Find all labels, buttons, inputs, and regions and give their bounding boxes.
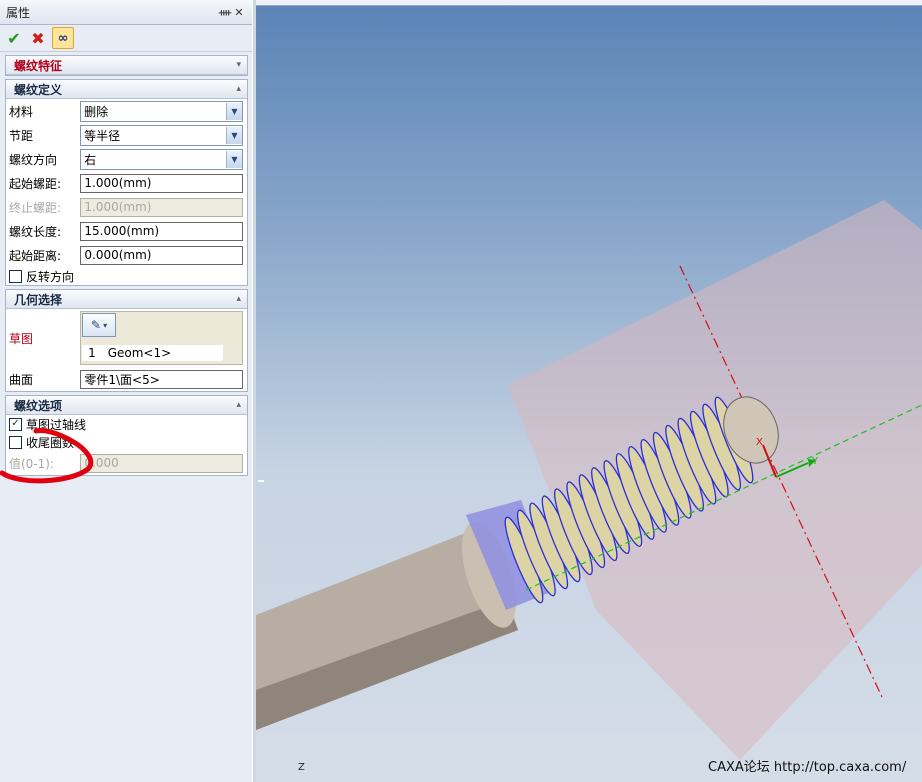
panel-title: 属性 <box>6 5 31 20</box>
chevron-down-icon[interactable]: ▾ <box>236 60 241 70</box>
dropdown-arrow-icon[interactable]: ▼ <box>226 102 242 120</box>
property-panel: 属性 ᚓ ✕ ✔ ✖ ∞ 螺纹特征 ▾ 螺纹定义 ▴ 材料 删除 ▼ 节距 等半… <box>0 0 253 782</box>
end-pitch-label: 终止螺距: <box>9 200 62 215</box>
surface-field[interactable]: 零件1\面<5> <box>80 369 243 389</box>
thread-length-label: 螺纹长度: <box>9 224 62 239</box>
preview-button[interactable]: ∞ <box>52 27 74 49</box>
thread-feature-group: 螺纹特征 ▾ <box>5 55 248 76</box>
3d-viewport[interactable]: Y X Z CAXA论坛 http://top.caxa.com/ <box>256 0 922 782</box>
forum-watermark: CAXA论坛 http://top.caxa.com/ <box>708 760 907 775</box>
thread-length-row: 螺纹长度: 15.000(mm) <box>6 219 247 243</box>
thread-feature-title: 螺纹特征 <box>14 58 63 73</box>
model-scene: Y X <box>256 200 922 760</box>
red-circle-annotation <box>0 428 94 484</box>
chevron-up-icon[interactable]: ▴ <box>236 294 241 304</box>
surface-row: 曲面 零件1\面<5> <box>6 367 247 391</box>
pencil-icon: ✎ <box>91 318 102 332</box>
reverse-direction-label: 反转方向 <box>26 269 75 284</box>
start-distance-label: 起始距离: <box>9 248 62 263</box>
thread-definition-title: 螺纹定义 <box>14 82 63 97</box>
direction-select[interactable]: 右 ▼ <box>80 148 243 170</box>
sketch-list-item[interactable]: 1 Geom<1> <box>82 345 224 361</box>
ok-button[interactable]: ✔ <box>4 28 24 48</box>
pitch-value: 等半径 <box>84 128 121 143</box>
surface-label: 曲面 <box>9 372 34 387</box>
pitch-select[interactable]: 等半径 ▼ <box>80 124 243 146</box>
pitch-label: 节距 <box>9 128 34 143</box>
sketch-selection-box[interactable]: ✎ ▾ 1 Geom<1> <box>80 311 243 365</box>
cancel-button[interactable]: ✖ <box>28 28 48 48</box>
sketch-item-number: 1 <box>88 346 96 360</box>
sketch-item-name: Geom<1> <box>107 346 172 360</box>
panel-titlebar: 属性 ᚓ ✕ <box>0 0 252 25</box>
thread-options-header[interactable]: 螺纹选项 ▴ <box>6 396 247 415</box>
sketch-pick-button[interactable]: ✎ ▾ <box>82 313 117 337</box>
material-row: 材料 删除 ▼ <box>6 99 247 123</box>
panel-toolbar: ✔ ✖ ∞ <box>0 25 252 52</box>
direction-label: 螺纹方向 <box>9 152 58 167</box>
geometry-selection-title: 几何选择 <box>14 292 63 307</box>
thread-feature-header[interactable]: 螺纹特征 ▾ <box>6 56 247 75</box>
geometry-selection-group: 几何选择 ▴ 草图 ✎ ▾ 1 Geom<1> 曲面 零件1\面<5> <box>5 289 248 392</box>
reverse-direction-checkbox[interactable] <box>9 269 22 283</box>
thread-options-title: 螺纹选项 <box>14 398 63 413</box>
material-label: 材料 <box>9 104 34 119</box>
thread-length-field[interactable]: 15.000(mm) <box>80 221 243 241</box>
chevron-down-icon: ▾ <box>103 320 108 330</box>
end-pitch-field: 1.000(mm) <box>80 197 243 217</box>
y-axis-label: Y <box>811 456 819 467</box>
end-pitch-row: 终止螺距: 1.000(mm) <box>6 195 247 219</box>
z-axis-label: Z <box>298 762 305 773</box>
pin-icon[interactable]: ᚓ <box>218 6 232 19</box>
direction-value: 右 <box>84 152 97 167</box>
direction-row: 螺纹方向 右 ▼ <box>6 147 247 171</box>
chevron-up-icon[interactable]: ▴ <box>236 400 241 410</box>
dropdown-arrow-icon[interactable]: ▼ <box>226 126 242 144</box>
start-pitch-field[interactable]: 1.000(mm) <box>80 173 243 193</box>
thread-definition-group: 螺纹定义 ▴ 材料 删除 ▼ 节距 等半径 ▼ 螺纹方向 右 ▼ 起始螺距: 1… <box>5 79 248 286</box>
close-icon[interactable]: ✕ <box>232 6 246 19</box>
material-value: 删除 <box>84 104 109 119</box>
viewport-edge-mark <box>258 480 264 482</box>
thread-definition-header[interactable]: 螺纹定义 ▴ <box>6 80 247 99</box>
x-axis-label: X <box>756 437 763 448</box>
sketch-label: 草图 <box>9 331 34 346</box>
chevron-up-icon[interactable]: ▴ <box>236 84 241 94</box>
dropdown-arrow-icon[interactable]: ▼ <box>226 150 242 168</box>
start-pitch-row: 起始螺距: 1.000(mm) <box>6 171 247 195</box>
start-distance-field[interactable]: 0.000(mm) <box>80 245 243 265</box>
geometry-selection-header[interactable]: 几何选择 ▴ <box>6 290 247 309</box>
material-select[interactable]: 删除 ▼ <box>80 100 243 122</box>
sketch-row: 草图 ✎ ▾ 1 Geom<1> <box>6 309 247 367</box>
pitch-row: 节距 等半径 ▼ <box>6 123 247 147</box>
start-distance-row: 起始距离: 0.000(mm) <box>6 243 247 267</box>
reverse-direction-row: 反转方向 <box>6 267 247 285</box>
start-pitch-label: 起始螺距: <box>9 176 62 191</box>
